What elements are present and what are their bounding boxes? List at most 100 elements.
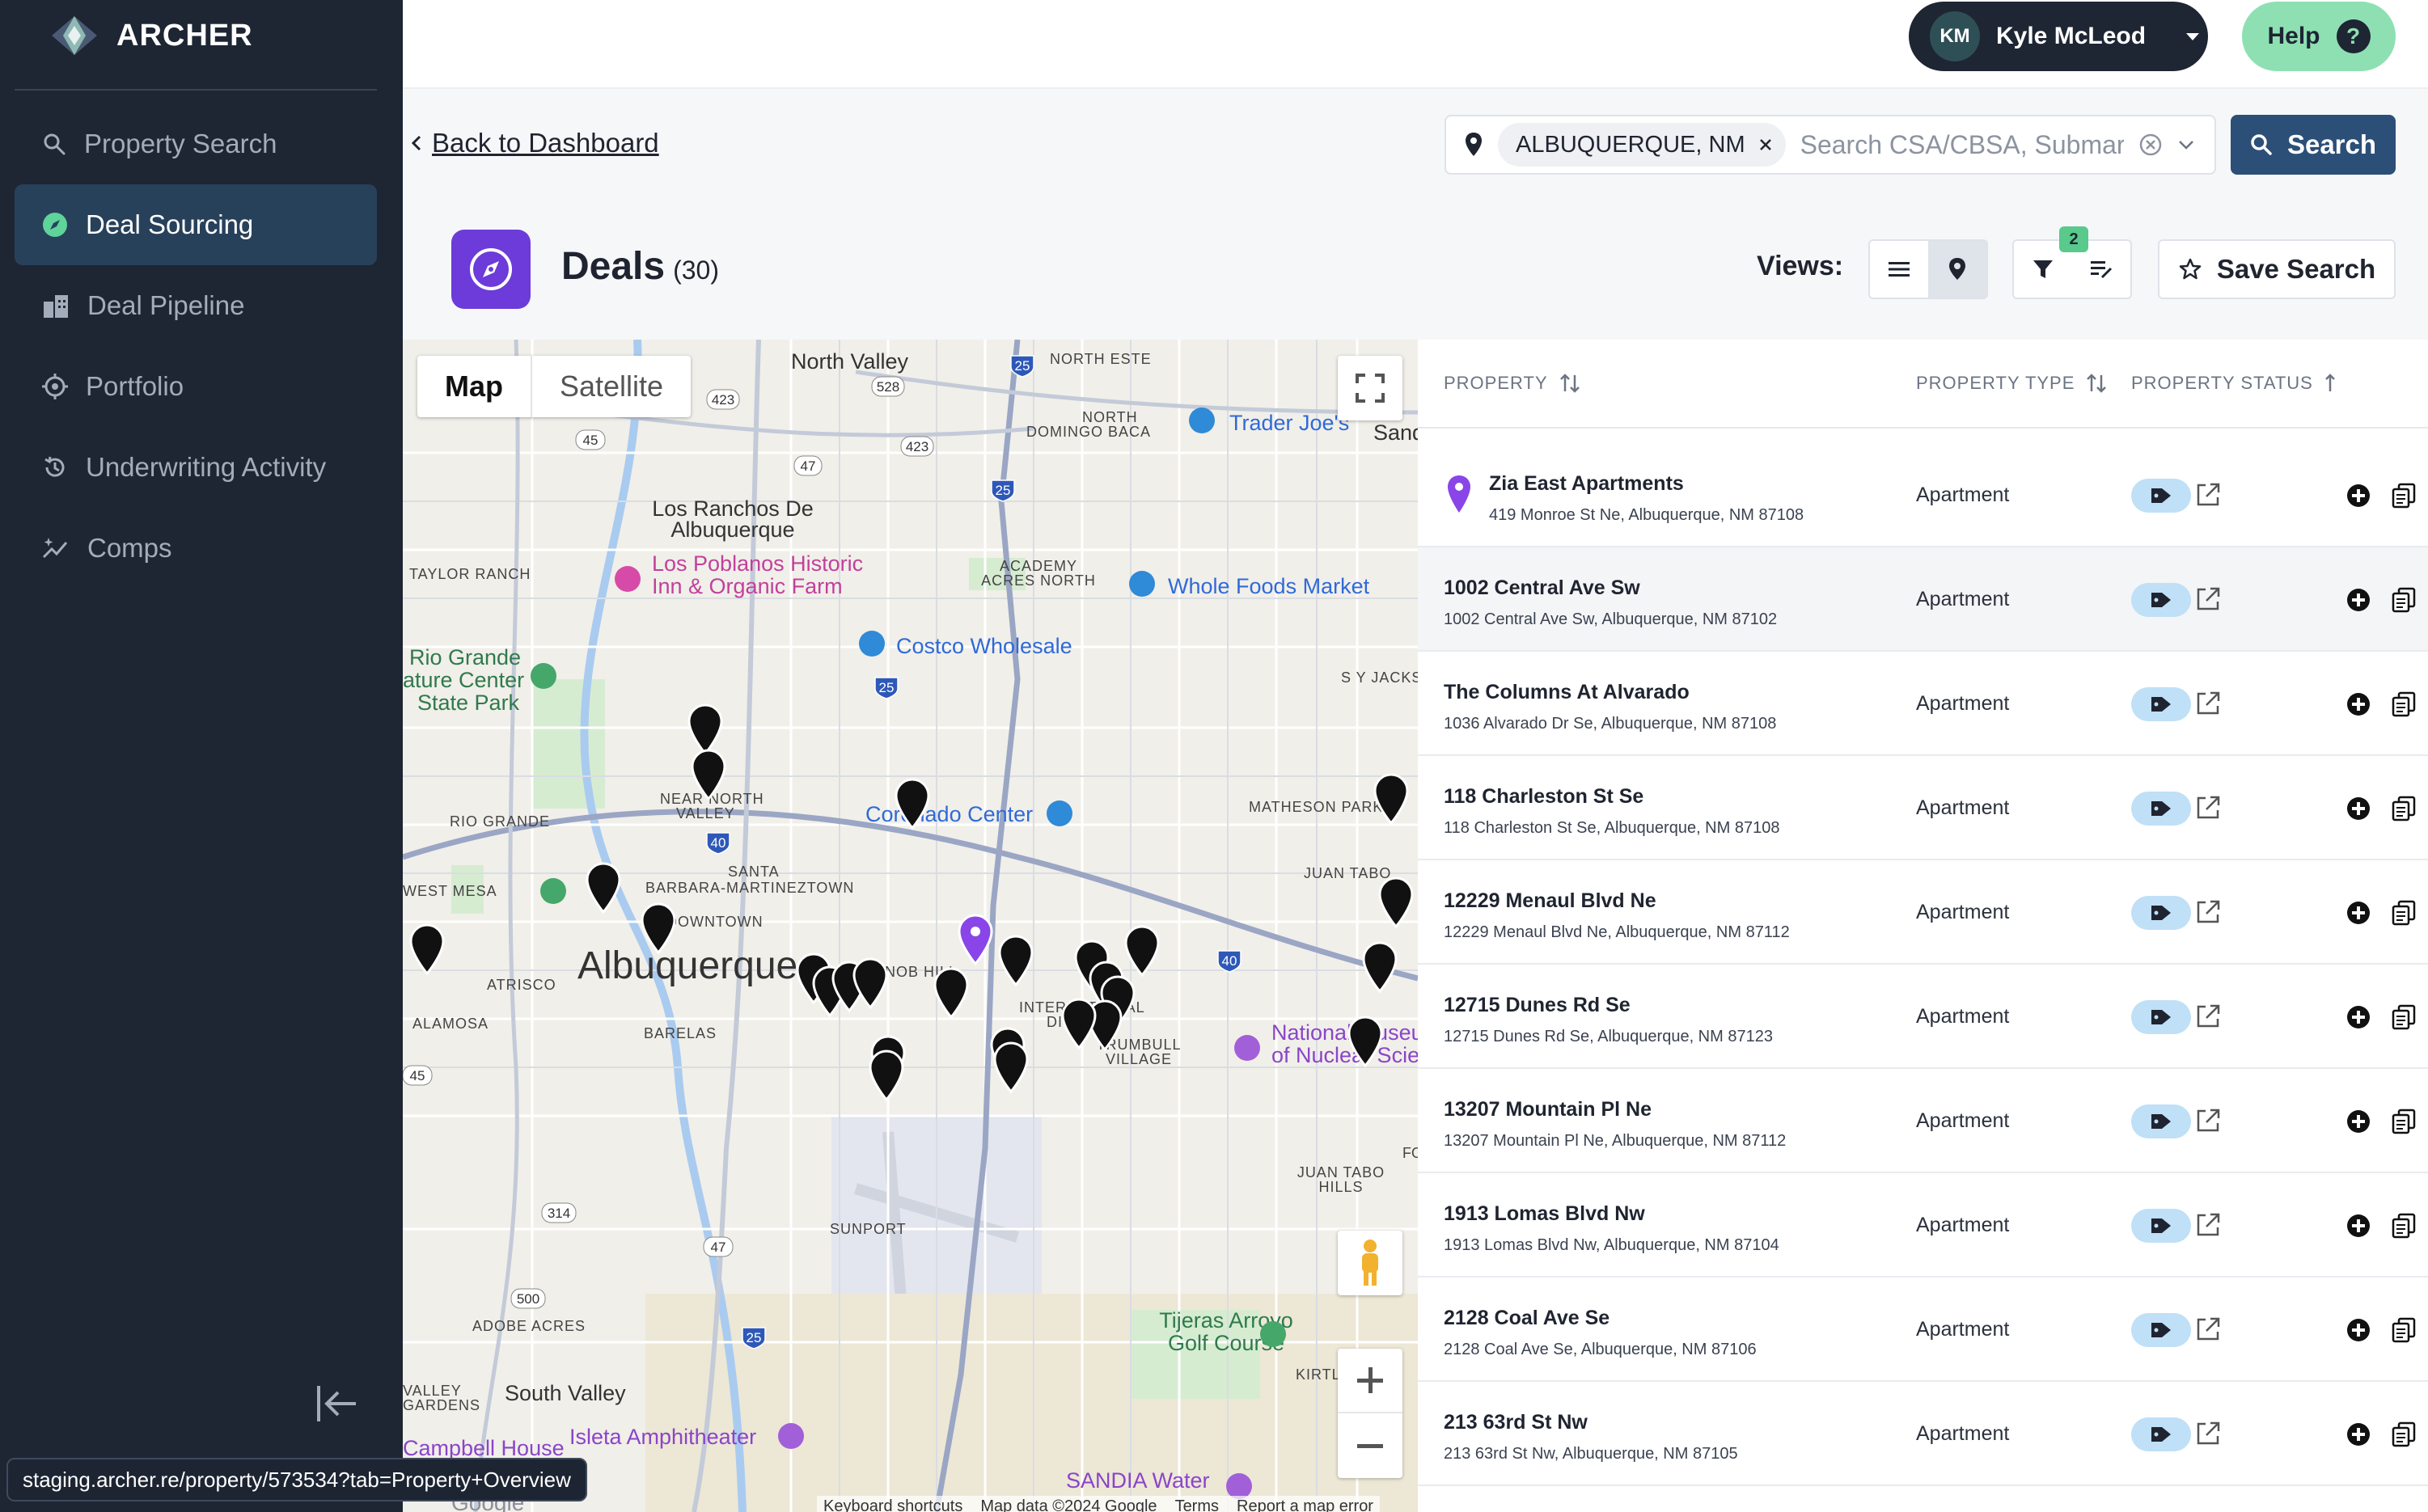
copy-icon[interactable] [2392,796,2416,821]
external-link-icon[interactable] [2194,481,2222,509]
add-to-pipeline-icon[interactable] [2346,1318,2371,1342]
tab-map[interactable]: Map [417,356,532,417]
keyboard-shortcuts-link[interactable]: Keyboard shortcuts [823,1497,962,1512]
fullscreen-button[interactable] [1338,356,1402,420]
back-to-dashboard-link[interactable]: Back to Dashboard [411,128,659,158]
add-to-pipeline-icon[interactable] [2346,588,2371,612]
copy-icon[interactable] [2392,900,2416,926]
tab-satellite[interactable]: Satellite [532,356,691,417]
add-to-pipeline-icon[interactable] [2346,901,2371,925]
copy-icon[interactable] [2392,691,2416,717]
collapse-sidebar-button[interactable] [315,1383,359,1429]
add-to-pipeline-icon[interactable] [2346,692,2371,716]
status-tag-button[interactable] [2131,792,2191,826]
location-search-box[interactable]: ALBUQUERQUE, NM Search CSA/CBSA, Submark… [1445,115,2216,175]
property-name[interactable]: 2128 Coal Ave Se [1444,1307,1610,1330]
copy-icon[interactable] [2392,587,2416,613]
list-icon [1889,262,1910,277]
property-type: Apartment [1916,484,2010,506]
deals-map[interactable]: 423 528 25 45 423 47 25 25 40 40 45 314 … [403,340,1418,1512]
table-row[interactable]: 2128 Coal Ave Se 2128 Coal Ave Se, Albuqu… [1418,1278,2428,1382]
chevron-down-icon[interactable] [2177,139,2195,150]
property-name[interactable]: 213 63rd St Nw [1444,1411,1588,1434]
table-row[interactable]: 12715 Dunes Rd Se 12715 Dunes Rd Se, Albu… [1418,965,2428,1069]
search-input[interactable]: Search CSA/CBSA, Submarket [1800,130,2124,160]
add-to-pipeline-icon[interactable] [2346,1214,2371,1238]
column-property-status[interactable]: PROPERTY STATUS [2131,372,2336,395]
copy-icon[interactable] [2392,1421,2416,1447]
status-tag-button[interactable] [2131,687,2191,721]
sidebar-item-property-search[interactable]: Property Search [15,103,377,184]
add-to-pipeline-icon[interactable] [2346,1109,2371,1134]
external-link-icon[interactable] [2194,585,2222,613]
external-link-icon[interactable] [2194,690,2222,717]
property-name[interactable]: 13207 Mountain Pl Ne [1444,1098,1652,1121]
status-tag-button[interactable] [2131,479,2191,513]
status-tag-button[interactable] [2131,1104,2191,1138]
zoom-in-button[interactable] [1338,1349,1402,1413]
status-tag-button[interactable] [2131,896,2191,930]
star-icon [2179,258,2202,280]
property-name[interactable]: The Columns At Alvarado [1444,681,1690,704]
add-to-pipeline-icon[interactable] [2346,796,2371,821]
sidebar-item-portfolio[interactable]: Portfolio [15,346,377,427]
table-row[interactable]: 213 63rd St Nw 213 63rd St Nw, Albuquerqu… [1418,1382,2428,1486]
external-link-icon[interactable] [2194,1420,2222,1447]
property-name[interactable]: Zia East Apartments [1489,472,1684,496]
external-link-icon[interactable] [2194,794,2222,821]
external-link-icon[interactable] [2194,1003,2222,1030]
table-row[interactable]: 118 Charleston St Se 118 Charleston St Se… [1418,756,2428,860]
app-logo[interactable]: ARCHER [50,11,253,60]
terms-link[interactable]: Terms [1175,1497,1219,1512]
location-chip[interactable]: ALBUQUERQUE, NM [1498,123,1786,167]
column-property[interactable]: PROPERTY [1444,372,1580,395]
table-row[interactable]: Zia East Apartments 419 Monroe St Ne, Alb… [1418,443,2428,547]
status-tag-button[interactable] [2131,1417,2191,1451]
external-link-icon[interactable] [2194,1211,2222,1239]
property-name[interactable]: 1002 Central Ave Sw [1444,577,1640,600]
table-row[interactable]: 13207 Mountain Pl Ne 13207 Mountain Pl Ne… [1418,1069,2428,1173]
copy-icon[interactable] [2392,483,2416,509]
add-to-pipeline-icon[interactable] [2346,1422,2371,1447]
copy-icon[interactable] [2392,1109,2416,1134]
zoom-out-button[interactable] [1338,1413,1402,1478]
remove-chip-icon[interactable] [1758,137,1773,152]
external-link-icon[interactable] [2194,1107,2222,1134]
map-view-button[interactable] [1928,241,1986,298]
property-name[interactable]: 118 Charleston St Se [1444,785,1643,809]
report-map-error-link[interactable]: Report a map error [1237,1497,1373,1512]
column-property-type[interactable]: PROPERTY TYPE [1916,372,2107,395]
copy-icon[interactable] [2392,1213,2416,1239]
map-canvas[interactable]: 423 528 25 45 423 47 25 25 40 40 45 314 … [403,340,1418,1512]
property-name[interactable]: 1913 Lomas Blvd Nw [1444,1202,1645,1226]
sidebar-item-underwriting-activity[interactable]: Underwriting Activity [15,427,377,508]
add-to-pipeline-icon[interactable] [2346,1005,2371,1029]
status-tag-button[interactable] [2131,1000,2191,1034]
sidebar-item-deal-sourcing[interactable]: Deal Sourcing [15,184,377,265]
street-view-pegman[interactable] [1338,1231,1402,1295]
table-row[interactable]: 1913 Lomas Blvd Nw 1913 Lomas Blvd Nw, Al… [1418,1173,2428,1278]
property-name[interactable]: 12715 Dunes Rd Se [1444,994,1631,1017]
clear-search-icon[interactable] [2138,133,2163,157]
property-name[interactable]: 12229 Menaul Blvd Ne [1444,889,1656,913]
save-search-button[interactable]: Save Search [2158,239,2396,299]
sidebar-item-comps[interactable]: Comps [15,508,377,589]
table-row[interactable]: The Columns At Alvarado 1036 Alvarado Dr … [1418,652,2428,756]
list-view-button[interactable] [1870,241,1928,298]
table-row[interactable]: 1002 Central Ave Sw 1002 Central Ave Sw, … [1418,547,2428,652]
help-button[interactable]: Help ? [2242,2,2396,71]
user-menu-button[interactable]: KM Kyle McLeod [1909,2,2208,71]
table-row[interactable]: 12229 Menaul Blvd Ne 12229 Menaul Blvd Ne… [1418,860,2428,965]
status-tag-button[interactable] [2131,583,2191,617]
search-icon [44,133,66,155]
copy-icon[interactable] [2392,1004,2416,1030]
status-tag-button[interactable] [2131,1209,2191,1243]
search-button[interactable]: Search [2231,115,2396,175]
status-tag-button[interactable] [2131,1313,2191,1347]
copy-icon[interactable] [2392,1317,2416,1343]
sidebar-item-deal-pipeline[interactable]: Deal Pipeline [15,265,377,346]
external-link-icon[interactable] [2194,898,2222,926]
map-label: Trader Joe's [1229,411,1349,435]
add-to-pipeline-icon[interactable] [2346,484,2371,508]
external-link-icon[interactable] [2194,1316,2222,1343]
